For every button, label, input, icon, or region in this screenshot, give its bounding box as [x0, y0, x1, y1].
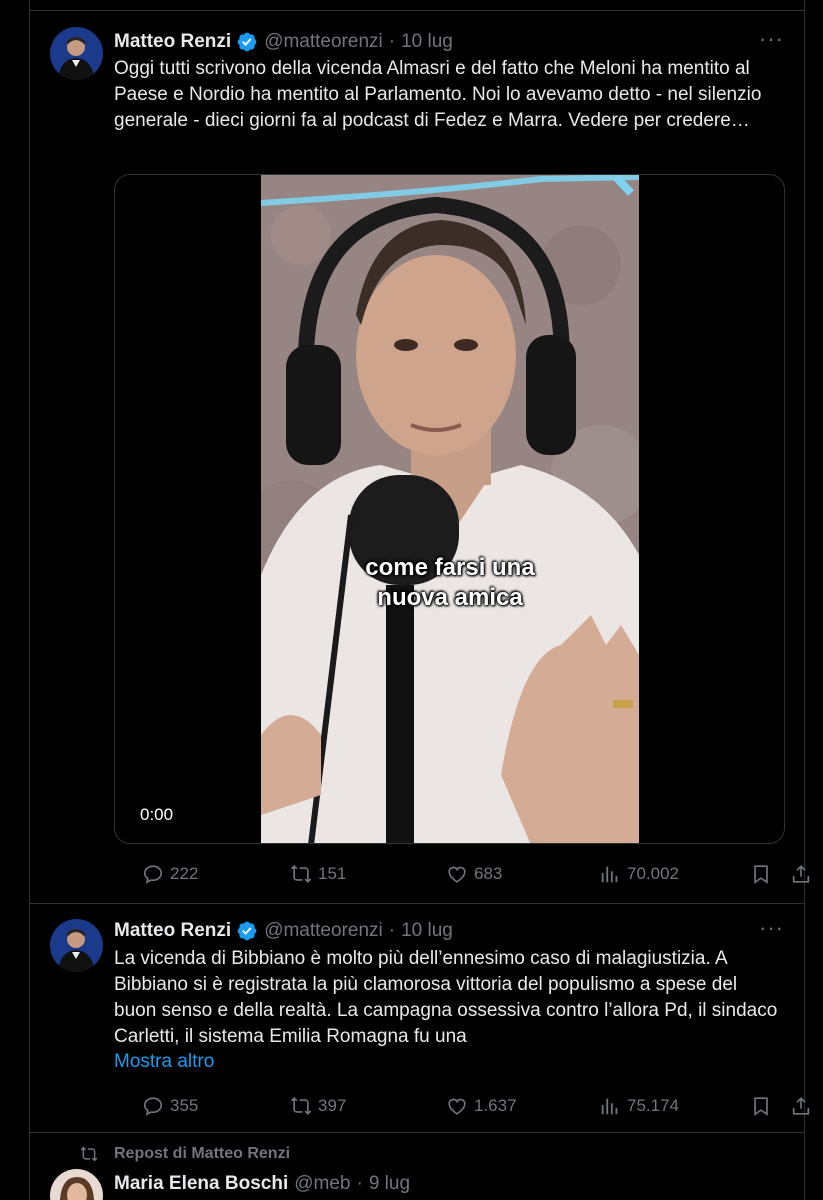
repost-button[interactable]: 151	[290, 859, 346, 889]
tweet-1[interactable]: Matteo Renzi @matteorenzi · 10 lug ··· O…	[30, 11, 810, 903]
reply-count: 355	[170, 1096, 199, 1115]
avatar[interactable]	[50, 27, 103, 80]
repost-button[interactable]: 397	[290, 1091, 346, 1121]
verified-badge-icon	[236, 31, 258, 53]
bookmark-button[interactable]	[750, 1091, 778, 1121]
repost-icon	[290, 1097, 312, 1115]
share-button[interactable]	[790, 1091, 818, 1121]
repost-icon	[290, 865, 312, 883]
tweet-actions: 222 151 683 70.002	[114, 859, 810, 889]
video-player[interactable]: come farsi una nuova amica 0:00	[114, 174, 785, 844]
more-icon[interactable]: ···	[759, 28, 784, 50]
share-icon	[792, 865, 810, 883]
reply-button[interactable]: 355	[142, 1091, 198, 1121]
show-more-link[interactable]: Mostra altro	[114, 1051, 214, 1073]
tweet-text: Oggi tutti scrivono della vicenda Almasr…	[114, 58, 762, 131]
avatar[interactable]	[50, 919, 103, 972]
repost-count: 397	[318, 1096, 347, 1115]
view-count: 70.002	[627, 864, 679, 883]
bookmark-icon	[754, 1097, 768, 1116]
tweet-2[interactable]: Matteo Renzi @matteorenzi · 10 lug ··· L…	[30, 904, 810, 1132]
view-count: 75.174	[627, 1096, 679, 1115]
caption-line-2: nuova amica	[377, 584, 523, 611]
timeline-feed: Matteo Renzi @matteorenzi · 10 lug ··· O…	[29, 0, 810, 1200]
video-frame[interactable]: come farsi una nuova amica	[261, 175, 639, 843]
reply-button[interactable]: 222	[142, 859, 198, 889]
repost-indicator: Repost di Matteo Renzi	[80, 1145, 290, 1163]
video-caption: come farsi una nuova amica	[261, 553, 639, 613]
share-icon	[792, 1097, 810, 1115]
views-button[interactable]: 70.002	[599, 859, 679, 889]
views-icon	[601, 1098, 618, 1115]
like-button[interactable]: 1.637	[446, 1091, 517, 1121]
author-name[interactable]: Matteo Renzi	[114, 920, 231, 942]
bookmark-button[interactable]	[750, 859, 778, 889]
repost-count: 151	[318, 864, 347, 883]
avatar[interactable]	[50, 1169, 103, 1200]
verified-badge-icon	[236, 920, 258, 942]
caption-line-1: come farsi una	[365, 554, 535, 581]
views-icon	[601, 866, 618, 883]
like-icon	[448, 1098, 466, 1115]
tweet-time[interactable]: 9 lug	[369, 1173, 410, 1195]
author-name[interactable]: Maria Elena Boschi	[114, 1173, 288, 1195]
like-button[interactable]: 683	[446, 859, 502, 889]
tweet-text: La vicenda di Bibbiano è molto più dell’…	[114, 948, 778, 1047]
author-handle[interactable]: @meb	[294, 1173, 350, 1195]
like-icon	[448, 866, 466, 883]
author-name[interactable]: Matteo Renzi	[114, 31, 231, 53]
reply-icon	[143, 865, 163, 884]
tweet-time[interactable]: 10 lug	[401, 920, 453, 942]
tweet-3[interactable]: Repost di Matteo Renzi Maria Elena Bosch…	[30, 1133, 804, 1200]
repost-label[interactable]: Repost di Matteo Renzi	[114, 1145, 290, 1163]
separator-dot: ·	[388, 920, 396, 941]
repost-icon	[80, 1146, 98, 1162]
tweet-time[interactable]: 10 lug	[401, 31, 453, 53]
like-count: 1.637	[474, 1096, 517, 1115]
author-handle[interactable]: @matteorenzi	[264, 920, 383, 942]
bookmark-icon	[754, 865, 768, 884]
views-button[interactable]: 75.174	[599, 1091, 679, 1121]
tweet-actions: 355 397 1.637 75.174	[114, 1091, 810, 1121]
more-icon[interactable]: ···	[759, 917, 784, 939]
author-handle[interactable]: @matteorenzi	[264, 31, 383, 53]
video-timestamp: 0:00	[140, 805, 174, 824]
separator-dot: ·	[356, 1173, 363, 1194]
separator-dot: ·	[388, 31, 396, 52]
tweet-header: Matteo Renzi @matteorenzi · 10 lug ···	[114, 28, 784, 56]
tweet-header: Matteo Renzi @matteorenzi · 10 lug ···	[114, 917, 784, 945]
reply-count: 222	[170, 864, 199, 883]
like-count: 683	[474, 864, 503, 883]
reply-icon	[143, 1097, 163, 1116]
tweet-header: Maria Elena Boschi @meb · 9 lug	[114, 1170, 784, 1198]
share-button[interactable]	[790, 859, 818, 889]
